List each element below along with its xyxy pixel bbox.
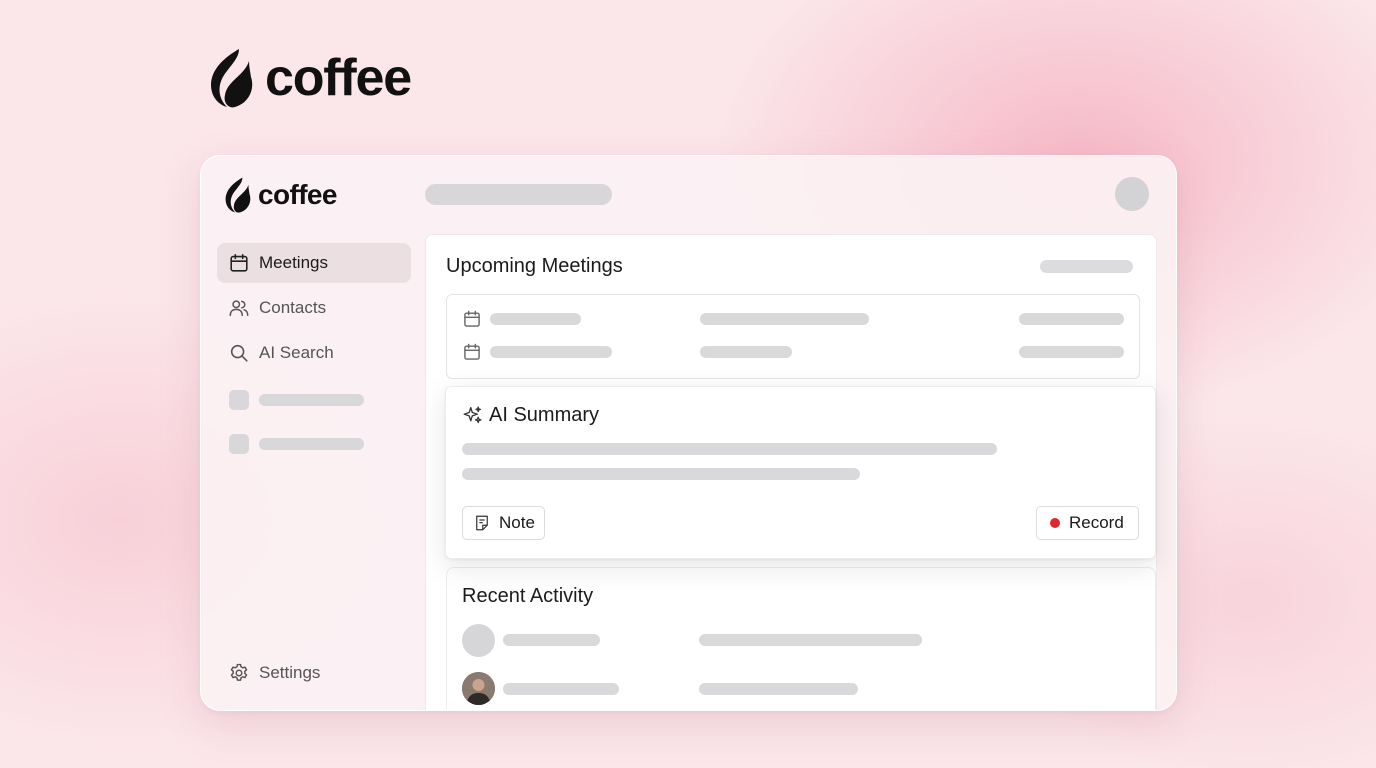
users-icon	[228, 297, 250, 319]
upcoming-meetings-list	[446, 294, 1140, 379]
note-icon	[476, 515, 488, 531]
sidebar-item-ai-search[interactable]: AI Search	[217, 333, 411, 373]
record-button-label: Record	[1069, 513, 1124, 532]
sidebar-item-label: Meetings	[259, 253, 328, 272]
sidebar-item-label: AI Search	[259, 343, 334, 362]
summary-line-placeholder	[462, 443, 997, 455]
meeting-time-placeholder	[1019, 346, 1124, 358]
note-button[interactable]: Note	[462, 506, 545, 540]
upcoming-meetings-title: Upcoming Meetings	[446, 255, 623, 277]
sidebar-item-settings[interactable]: Settings	[217, 653, 411, 693]
user-avatar[interactable]	[1115, 177, 1149, 211]
sidebar-placeholder-icon	[229, 434, 249, 454]
activity-name-placeholder	[503, 634, 600, 646]
meeting-title-placeholder	[490, 346, 612, 358]
sidebar-item-contacts[interactable]: Contacts	[217, 288, 411, 328]
ai-summary-header: AI Summary	[462, 404, 599, 427]
sidebar-placeholder-label	[259, 394, 364, 406]
calendar-icon	[228, 252, 250, 274]
upcoming-meetings-action-placeholder[interactable]	[1040, 260, 1133, 273]
coffee-logo-icon	[211, 49, 253, 108]
brand-name: coffee	[265, 49, 412, 107]
hero-brand: coffee	[205, 47, 412, 109]
meeting-detail-placeholder	[700, 346, 792, 358]
note-button-label: Note	[499, 513, 535, 532]
sidebar-item-meetings[interactable]: Meetings	[217, 243, 411, 283]
activity-avatar[interactable]	[462, 672, 495, 705]
ai-summary-title: AI Summary	[489, 404, 600, 426]
record-button[interactable]: Record	[1036, 506, 1139, 540]
sparkle-icon	[463, 406, 482, 424]
calendar-icon	[462, 309, 482, 329]
search-icon	[228, 342, 250, 364]
recent-activity-title: Recent Activity	[462, 585, 594, 607]
recent-activity-card: Recent Activity	[446, 567, 1156, 710]
app-brand-name: coffee	[258, 179, 337, 210]
activity-detail-placeholder	[699, 634, 922, 646]
meeting-title-placeholder	[490, 313, 581, 325]
meeting-time-placeholder	[1019, 313, 1124, 325]
calendar-icon	[462, 342, 482, 362]
activity-name-placeholder	[503, 683, 619, 695]
ai-summary-card: AI Summary Note Record	[445, 386, 1156, 559]
gear-icon	[228, 662, 250, 684]
sidebar-placeholder-label	[259, 438, 364, 450]
meeting-detail-placeholder	[700, 313, 869, 325]
search-bar-placeholder[interactable]	[425, 184, 612, 205]
sidebar-item-label: Contacts	[259, 298, 327, 317]
sidebar-placeholder-icon	[229, 390, 249, 410]
person-photo-icon	[462, 672, 495, 705]
summary-line-placeholder	[462, 468, 860, 480]
app-brand[interactable]: coffee	[222, 176, 337, 214]
coffee-logo-icon	[225, 177, 251, 213]
record-dot-icon	[1050, 518, 1060, 528]
activity-detail-placeholder	[699, 683, 858, 695]
sidebar-item-label: Settings	[259, 663, 321, 682]
activity-avatar[interactable]	[462, 624, 495, 657]
